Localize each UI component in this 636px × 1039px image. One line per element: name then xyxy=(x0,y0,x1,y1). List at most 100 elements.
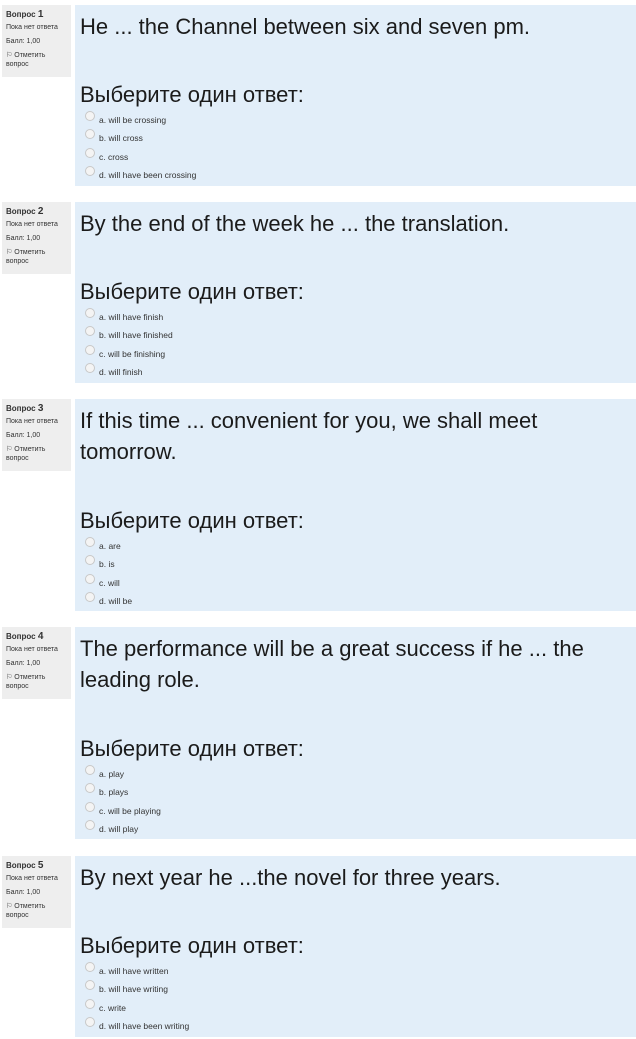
question-info: Вопрос 4 Пока нет ответа Балл: 1,00 ⚐ Отм… xyxy=(2,627,71,699)
question-content: He ... the Channel between six and seven… xyxy=(75,5,636,186)
radio-button[interactable] xyxy=(85,111,95,122)
question-content: By the end of the week he ... the transl… xyxy=(75,202,636,383)
question-text: He ... the Channel between six and seven… xyxy=(80,14,531,39)
answer-list: a. are b. is c. will d. will be xyxy=(85,537,630,610)
question-info: Вопрос 1 Пока нет ответа Балл: 1,00 ⚐ Отм… xyxy=(2,5,71,77)
answer-label: b. plays xyxy=(99,787,129,798)
radio-button[interactable] xyxy=(85,980,95,991)
question-content: By next year he ...the novel for three y… xyxy=(75,856,636,1037)
answer-label: b. will have writing xyxy=(99,984,168,995)
radio-button[interactable] xyxy=(85,344,95,355)
question-state: Пока нет ответа xyxy=(6,646,58,653)
answer-prompt: Выберите один ответ: xyxy=(80,736,304,761)
question-3: Вопрос 3 Пока нет ответа Балл: 1,00 ⚐ Отм… xyxy=(0,399,636,611)
question-grade: Балл: 1,00 xyxy=(6,660,41,667)
answer-option-b[interactable]: b. is xyxy=(85,555,630,573)
question-text: By next year he ...the novel for three y… xyxy=(80,865,501,890)
question-grade: Балл: 1,00 xyxy=(6,889,41,896)
radio-button[interactable] xyxy=(85,820,95,831)
answer-list: a. will have written b. will have writin… xyxy=(85,962,630,1035)
answer-option-a[interactable]: a. will have written xyxy=(85,962,630,980)
answer-option-c[interactable]: c. cross xyxy=(85,147,630,166)
radio-button[interactable] xyxy=(85,801,95,812)
flag-question-link[interactable]: ⚐ Отметить вопрос xyxy=(6,51,67,69)
question-state: Пока нет ответа xyxy=(6,221,58,228)
question-state: Пока нет ответа xyxy=(6,418,58,425)
question-number: Вопрос 4 xyxy=(6,631,44,642)
question-number: Вопрос 5 xyxy=(6,860,44,871)
radio-button[interactable] xyxy=(85,573,95,584)
radio-button[interactable] xyxy=(85,326,95,337)
radio-button[interactable] xyxy=(85,555,95,566)
answer-label: a. will be crossing xyxy=(99,115,167,126)
answer-label: d. will play xyxy=(99,824,139,835)
answer-prompt: Выберите один ответ: xyxy=(80,279,304,304)
answer-option-b[interactable]: b. will have finished xyxy=(85,326,630,344)
answer-option-d[interactable]: d. will have been writing xyxy=(85,1017,630,1035)
radio-button[interactable] xyxy=(85,783,95,794)
question-content: If this time ... convenient for you, we … xyxy=(75,399,636,611)
answer-option-a[interactable]: a. play xyxy=(85,765,630,783)
question-grade: Балл: 1,00 xyxy=(6,432,41,439)
answer-prompt: Выберите один ответ: xyxy=(80,508,304,533)
question-state: Пока нет ответа xyxy=(6,875,58,882)
answer-option-b[interactable]: b. plays xyxy=(85,783,630,801)
radio-button[interactable] xyxy=(85,537,95,548)
flag-question-link[interactable]: ⚐ Отметить вопрос xyxy=(6,248,67,266)
radio-button[interactable] xyxy=(85,308,95,319)
radio-button[interactable] xyxy=(85,765,95,776)
answer-option-c[interactable]: c. will xyxy=(85,573,630,592)
question-text: By the end of the week he ... the transl… xyxy=(80,211,510,236)
answer-label: b. will cross xyxy=(99,133,143,144)
answer-option-d[interactable]: d. will finish xyxy=(85,363,630,381)
answer-label: a. are xyxy=(99,541,121,552)
answer-option-a[interactable]: a. will be crossing xyxy=(85,111,630,129)
radio-button[interactable] xyxy=(85,147,95,158)
question-content: The performance will be a great success … xyxy=(75,627,636,839)
radio-button[interactable] xyxy=(85,129,95,140)
question-number: Вопрос 3 xyxy=(6,403,44,414)
flag-question-link[interactable]: ⚐ Отметить вопрос xyxy=(6,902,67,920)
question-text: If this time ... convenient for you, we … xyxy=(80,408,538,464)
answer-list: a. play b. plays c. will be playing d. w… xyxy=(85,765,630,838)
question-text: The performance will be a great success … xyxy=(80,636,584,692)
answer-list: a. will be crossing b. will cross c. cro… xyxy=(85,111,630,184)
answer-option-a[interactable]: a. are xyxy=(85,537,630,555)
answer-label: c. write xyxy=(99,1002,126,1013)
flag-question-link[interactable]: ⚐ Отметить вопрос xyxy=(6,445,67,463)
question-1: Вопрос 1 Пока нет ответа Балл: 1,00 ⚐ Отм… xyxy=(0,5,636,186)
radio-button[interactable] xyxy=(85,998,95,1009)
answer-option-c[interactable]: c. write xyxy=(85,998,630,1017)
answer-option-c[interactable]: c. will be playing xyxy=(85,801,630,820)
answer-label: b. is xyxy=(99,559,115,570)
question-number: Вопрос 1 xyxy=(6,9,44,20)
answer-label: c. cross xyxy=(99,151,129,162)
radio-button[interactable] xyxy=(85,962,95,973)
radio-button[interactable] xyxy=(85,363,95,374)
answer-label: c. will be playing xyxy=(99,805,161,816)
answer-option-d[interactable]: d. will have been crossing xyxy=(85,166,630,184)
flag-icon: ⚐ xyxy=(6,249,13,256)
answer-label: d. will have been crossing xyxy=(99,170,197,181)
answer-label: a. play xyxy=(99,769,125,780)
answer-option-b[interactable]: b. will cross xyxy=(85,129,630,147)
flag-icon: ⚐ xyxy=(6,674,13,681)
answer-label: a. will have finish xyxy=(99,312,164,323)
answer-label: d. will be xyxy=(99,596,133,607)
answer-option-d[interactable]: d. will play xyxy=(85,820,630,838)
answer-label: d. will have been writing xyxy=(99,1021,190,1032)
question-info: Вопрос 3 Пока нет ответа Балл: 1,00 ⚐ Отм… xyxy=(2,399,71,471)
answer-prompt: Выберите один ответ: xyxy=(80,933,304,958)
flag-question-link[interactable]: ⚐ Отметить вопрос xyxy=(6,673,67,691)
question-2: Вопрос 2 Пока нет ответа Балл: 1,00 ⚐ Отм… xyxy=(0,202,636,383)
answer-label: b. will have finished xyxy=(99,330,173,341)
radio-button[interactable] xyxy=(85,592,95,603)
radio-button[interactable] xyxy=(85,1017,95,1028)
answer-option-c[interactable]: c. will be finishing xyxy=(85,344,630,363)
radio-button[interactable] xyxy=(85,166,95,177)
question-5: Вопрос 5 Пока нет ответа Балл: 1,00 ⚐ Отм… xyxy=(0,856,636,1037)
question-info: Вопрос 2 Пока нет ответа Балл: 1,00 ⚐ Отм… xyxy=(2,202,71,274)
answer-option-b[interactable]: b. will have writing xyxy=(85,980,630,998)
answer-option-a[interactable]: a. will have finish xyxy=(85,308,630,326)
answer-option-d[interactable]: d. will be xyxy=(85,592,630,610)
